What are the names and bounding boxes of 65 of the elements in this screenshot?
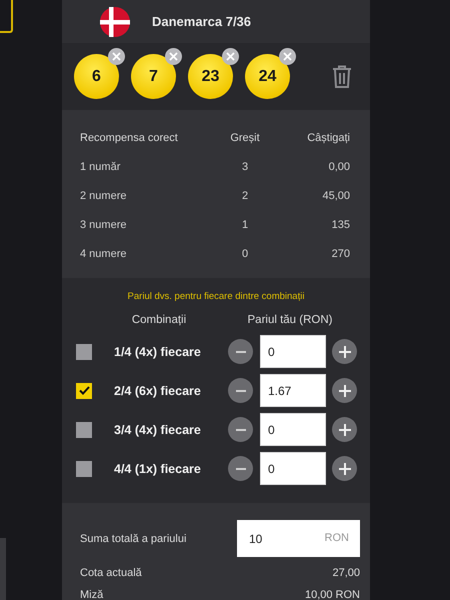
table-cell-text: 4 numere — [80, 248, 128, 260]
summary-value: 27,00 — [332, 567, 360, 579]
minus-button[interactable] — [228, 417, 253, 442]
flag-icon — [100, 6, 130, 36]
column-header: Pariul tău (RON) — [246, 314, 334, 326]
close-icon — [283, 52, 292, 61]
minus-icon — [236, 350, 246, 352]
minus-button[interactable] — [228, 339, 253, 364]
table-cell-text: 270 — [330, 248, 350, 260]
table-cell-text: 135 — [330, 218, 350, 230]
lottery-title: Danemarca 7/36 — [152, 14, 252, 29]
bet-note: Pariul dvs. pentru fiecare dintre combinații — [126, 291, 306, 302]
remove-button[interactable] — [222, 48, 239, 65]
checkbox[interactable] — [76, 344, 92, 360]
total-label: Suma totală a pariului — [80, 532, 186, 544]
combination-label: 3/4 (4x) fiecare — [113, 422, 202, 436]
table-cell-text: 1 — [240, 218, 250, 230]
table-cell-text: 3 — [240, 160, 250, 172]
remove-button[interactable] — [165, 48, 182, 65]
minus-icon — [236, 428, 246, 430]
plus-icon — [338, 424, 350, 436]
column-header: Combinații — [130, 314, 188, 326]
plus-button[interactable] — [332, 378, 357, 403]
plus-icon — [338, 384, 350, 396]
close-icon — [112, 52, 121, 61]
combination-label: 4/4 (1x) fiecare — [113, 462, 202, 476]
summary-label: Miză — [80, 589, 104, 600]
minus-icon — [236, 468, 246, 470]
minus-button[interactable] — [228, 456, 253, 481]
combination-label: 1/4 (4x) fiecare — [113, 344, 202, 358]
column-header: Greșit — [229, 132, 261, 144]
side-panel — [0, 538, 6, 600]
checkbox[interactable] — [76, 382, 92, 398]
table-cell-text: 0 — [240, 248, 250, 260]
plus-button[interactable] — [332, 417, 357, 442]
minus-button[interactable] — [228, 378, 253, 403]
remove-button[interactable] — [108, 48, 125, 65]
minus-icon — [236, 390, 246, 392]
card-outline — [0, 0, 13, 33]
summary-label: Cota actuală — [80, 567, 142, 579]
trash-icon[interactable] — [332, 64, 352, 88]
plus-button[interactable] — [332, 456, 357, 481]
remove-button[interactable] — [279, 48, 296, 65]
checkbox[interactable] — [76, 422, 92, 438]
stake-input[interactable]: 0 — [260, 413, 326, 446]
table-cell-text: 2 — [240, 190, 250, 202]
summary-value: 10,00 RON — [304, 589, 360, 600]
plus-icon — [338, 346, 350, 358]
table-cell-text: 3 numere — [80, 218, 128, 230]
stake-input[interactable]: 0 — [260, 335, 326, 368]
table-cell-text: 0,00 — [328, 160, 350, 172]
close-icon — [169, 52, 178, 61]
column-header: Recompensa corect — [80, 132, 179, 144]
checkbox[interactable] — [76, 460, 92, 476]
stake-input[interactable]: 1.67 — [260, 374, 326, 407]
currency-label: RON — [324, 532, 349, 544]
combination-label: 2/4 (6x) fiecare — [113, 384, 202, 398]
table-cell-text: 1 număr — [80, 160, 122, 172]
stake-input[interactable]: 0 — [260, 452, 326, 485]
table-cell-text: 45,00 — [321, 190, 350, 202]
plus-icon — [338, 462, 350, 474]
close-icon — [226, 52, 235, 61]
plus-button[interactable] — [332, 339, 357, 364]
table-cell-text: 2 numere — [80, 190, 128, 202]
column-header: Câștigați — [306, 132, 350, 144]
